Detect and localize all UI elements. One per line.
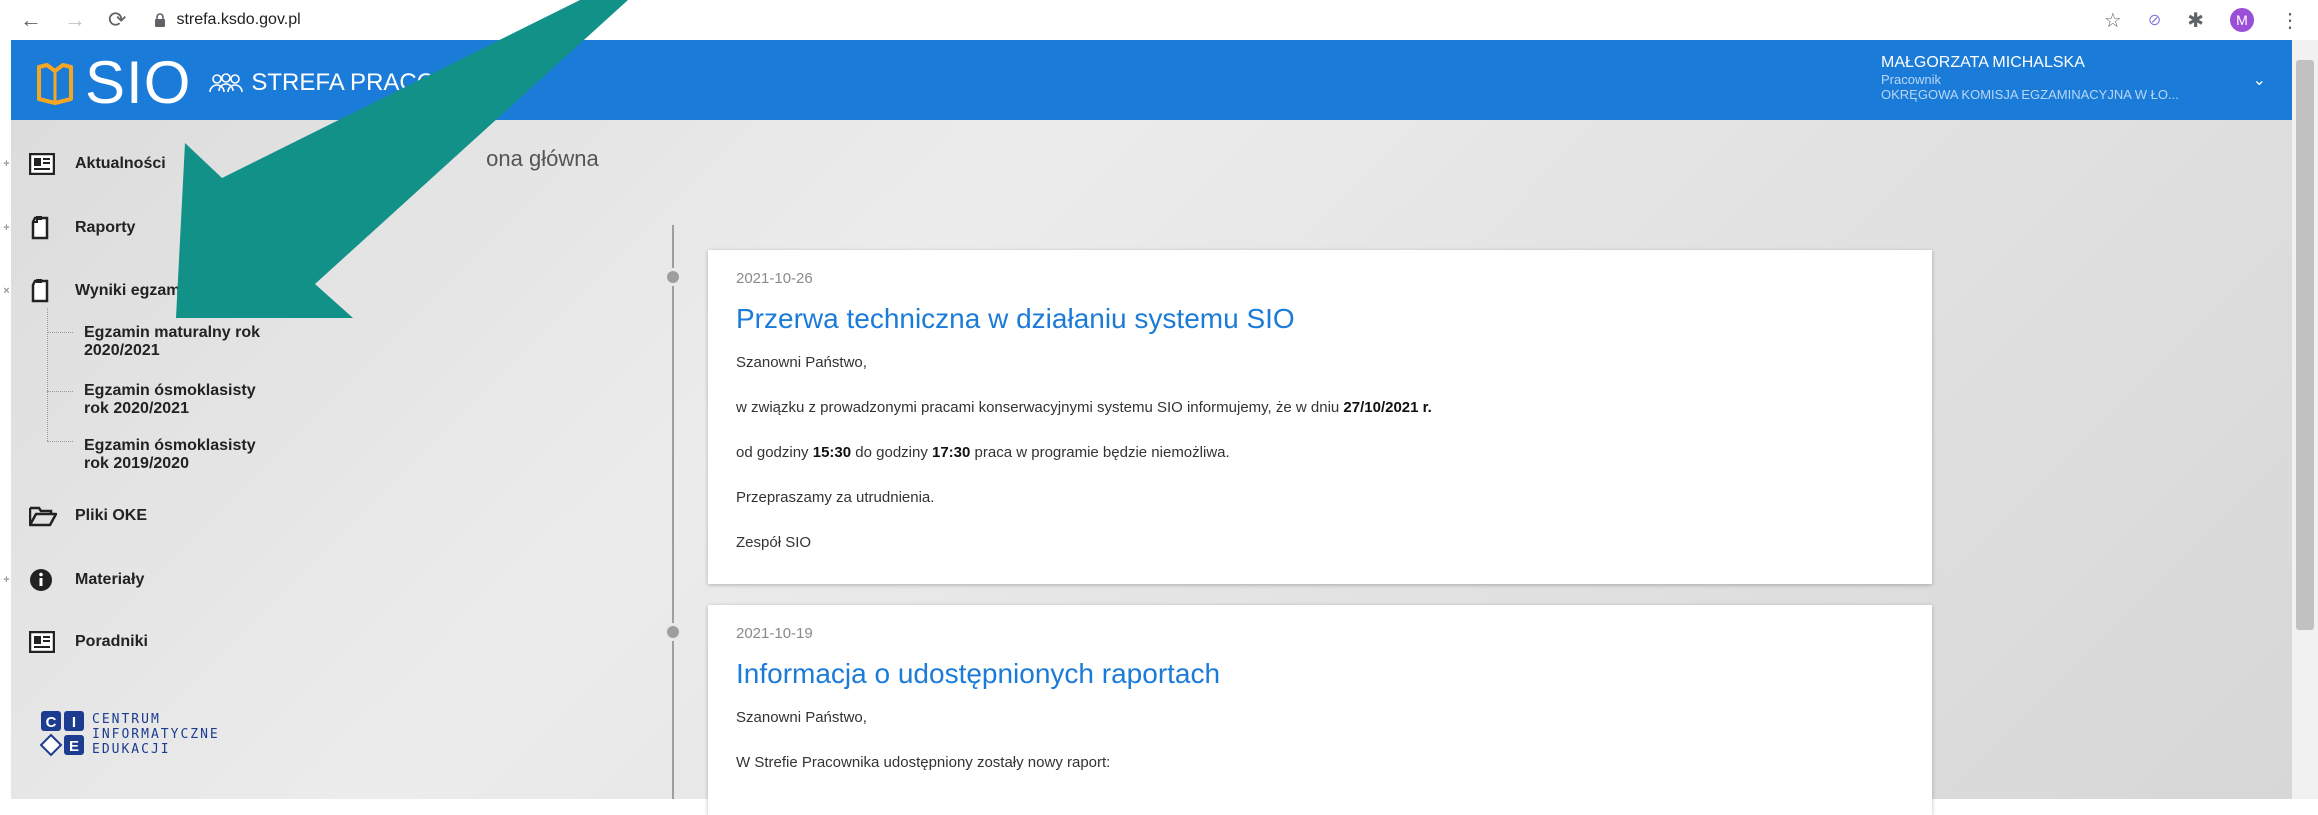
expand-toggle[interactable]: +	[0, 574, 13, 586]
news-title[interactable]: Informacja o udostępnionych raportach	[736, 658, 1220, 690]
sidebar-subitem-matura-2021[interactable]: Egzamin maturalny rok 2020/2021	[84, 324, 260, 360]
news-date: 2021-10-26	[736, 270, 813, 287]
subitem-label: Egzamin ósmoklasisty	[84, 437, 256, 454]
tree-line	[47, 308, 48, 441]
folder-open-icon	[29, 505, 59, 527]
section-title-text: STREFA PRACOWNI	[251, 68, 483, 96]
user-menu[interactable]: MAŁGORZATA MICHALSKA Pracownik OKRĘGOWA …	[1881, 54, 2179, 102]
browser-actions: ☆ ⊘ ✱ M ⋮	[2104, 0, 2300, 40]
lock-icon	[155, 13, 166, 27]
tree-branch	[47, 441, 73, 442]
breadcrumb-root[interactable]: Strona g	[325, 154, 374, 169]
url-text: strefa.ksdo.gov.pl	[176, 11, 301, 28]
cie-line: EDUKACJI	[92, 741, 171, 757]
cie-logo: C I E CENTRUM INFORMATYCZNE EDUKACJI	[40, 710, 220, 758]
expand-toggle[interactable]: +	[0, 158, 13, 170]
cie-letter-c: C	[46, 714, 57, 731]
sidebar-item-label: Wyniki egzaminów	[75, 282, 217, 299]
cie-letter-i: I	[72, 714, 76, 731]
sidebar-item-label: Raporty	[75, 219, 136, 236]
subitem-label: rok 2020/2021	[84, 400, 189, 417]
news-card: 2021-10-19 Informacja o udostępnionych r…	[708, 605, 1932, 815]
menu-dots-icon[interactable]: ⋮	[2280, 8, 2300, 33]
sidebar-item-label: Pliki OKE	[75, 507, 148, 524]
cie-line: INFORMATYCZNE	[92, 726, 220, 742]
cie-letter-e: E	[69, 738, 79, 755]
sidebar-item-label: Aktualności	[75, 155, 166, 172]
app-header: SIO STREFA PRACOWNI MAŁGORZATA MICHALSKA…	[11, 40, 2292, 120]
reload-icon[interactable]: ⟳	[108, 7, 126, 33]
sidebar-item-materialy[interactable]: + Materiały	[0, 568, 144, 592]
news-paragraph: od godziny 15:30 do godziny 17:30 praca …	[736, 444, 1230, 461]
extension-icon[interactable]: ⊘	[2148, 10, 2161, 30]
address-bar[interactable]: strefa.ksdo.gov.pl	[154, 11, 301, 29]
news-greeting: Szanowni Państwo,	[736, 354, 867, 371]
news-paragraph: W Strefie Pracownika udostępniony został…	[736, 754, 1111, 771]
browser-nav: ← → ⟳	[20, 7, 126, 33]
expand-toggle[interactable]: +	[0, 222, 13, 234]
news-signature: Zespół SIO	[736, 534, 812, 551]
forward-arrow-icon[interactable]: →	[64, 7, 86, 33]
document-icon	[29, 216, 59, 240]
sidebar-item-aktualnosci[interactable]: + Aktualności	[0, 153, 166, 175]
news-text: praca w programie będzie niemożliwa.	[970, 444, 1230, 461]
sidebar-item-pliki-oke[interactable]: Pliki OKE	[0, 505, 147, 527]
app-logo[interactable]: SIO STREFA PRACOWNI	[35, 48, 482, 117]
newspaper-icon	[29, 153, 59, 175]
star-icon[interactable]: ☆	[2104, 8, 2122, 33]
scrollbar-thumb[interactable]	[2296, 60, 2314, 630]
sidebar-item-raporty[interactable]: + Raporty	[0, 216, 135, 240]
collapse-toggle[interactable]: ×	[0, 285, 13, 297]
scrollbar[interactable]	[2292, 40, 2318, 799]
sidebar-subitem-osmoklasisty-2020[interactable]: Egzamin ósmoklasisty rok 2019/2020	[84, 437, 256, 473]
sidebar-subitem-osmoklasisty-2021[interactable]: Egzamin ósmoklasisty rok 2020/2021	[84, 382, 256, 418]
user-name: MAŁGORZATA MICHALSKA	[1881, 54, 2085, 71]
cie-logo-text: CENTRUM INFORMATYCZNE EDUKACJI	[92, 712, 220, 757]
breadcrumb: Strona g ona główna	[325, 146, 599, 172]
sidebar-item-wyniki-egzaminow[interactable]: × Wyniki egzaminów	[0, 279, 217, 303]
cie-line: CENTRUM	[92, 711, 161, 727]
news-title[interactable]: Przerwa techniczna w działaniu systemu S…	[736, 303, 1295, 335]
news-paragraph: Przepraszamy za utrudnienia.	[736, 489, 935, 506]
user-role: Pracownik	[1881, 72, 1941, 87]
book-logo-icon	[37, 62, 73, 105]
newspaper-icon	[29, 631, 59, 653]
section-title: STREFA PRACOWNI	[209, 69, 482, 97]
news-card: 2021-10-26 Przerwa techniczna w działani…	[708, 250, 1932, 584]
cie-logo-icon: C I E	[40, 711, 84, 757]
timeline-line	[672, 225, 674, 799]
puzzle-icon[interactable]: ✱	[2187, 8, 2204, 33]
timeline-dot	[664, 623, 682, 641]
news-date: 2021-10-19	[736, 625, 813, 642]
profile-avatar[interactable]: M	[2230, 8, 2254, 32]
news-bold-time: 17:30	[932, 444, 971, 461]
news-bold-date: 27/10/2021 r.	[1343, 399, 1432, 416]
tree-branch	[47, 332, 73, 333]
news-paragraph: w związku z prowadzonymi pracami konserw…	[736, 399, 1432, 416]
timeline-dot	[664, 268, 682, 286]
logo-text: SIO	[85, 49, 192, 116]
news-text: w związku z prowadzonymi pracami konserw…	[736, 399, 1344, 416]
subitem-label: 2020/2021	[84, 342, 160, 359]
subitem-label: Egzamin maturalny rok	[84, 324, 261, 341]
news-text: od godziny	[736, 444, 813, 461]
news-text: do godziny	[851, 444, 932, 461]
news-bold-time: 15:30	[812, 444, 852, 461]
info-circle-icon	[29, 568, 59, 592]
back-arrow-icon[interactable]: ←	[20, 7, 42, 33]
users-icon	[209, 72, 244, 92]
breadcrumb-current: ona główna	[486, 146, 599, 171]
browser-toolbar: ← → ⟳ strefa.ksdo.gov.pl ☆ ⊘ ✱ M ⋮	[0, 0, 2318, 40]
subitem-label: Egzamin ósmoklasisty	[84, 382, 256, 399]
user-organization: OKRĘGOWA KOMISJA EGZAMINACYJNA W ŁO...	[1881, 87, 2179, 102]
sidebar-item-label: Materiały	[75, 571, 145, 588]
chevron-down-icon[interactable]: ⌄	[2253, 70, 2266, 90]
tree-branch	[47, 391, 73, 392]
news-greeting: Szanowni Państwo,	[736, 709, 867, 726]
subitem-label: rok 2019/2020	[84, 455, 189, 472]
sidebar-item-poradniki[interactable]: Poradniki	[0, 631, 148, 653]
document-icon	[29, 279, 59, 303]
sidebar-item-label: Poradniki	[75, 633, 148, 650]
